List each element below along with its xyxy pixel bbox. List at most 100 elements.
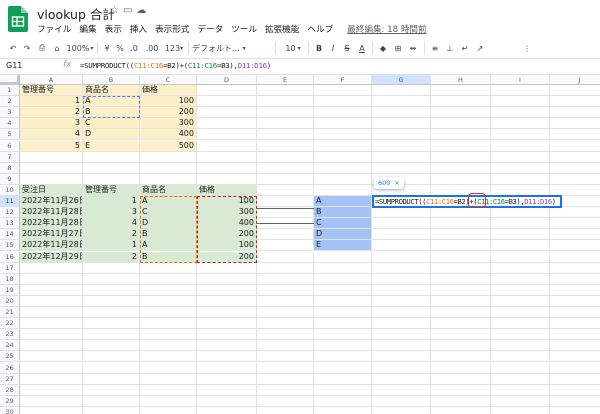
column-header-e[interactable]: E	[257, 75, 314, 85]
table1-cell[interactable]: 400	[140, 129, 197, 141]
grid-cell[interactable]	[314, 251, 372, 263]
grid-cell[interactable]	[372, 295, 431, 307]
spreadsheet-grid[interactable]: A B C D E F G H I J 1 2 3 4 5 6 7 8 9 10 11 12 13 14 15 16 17 18 19 2…	[0, 75, 600, 414]
grid-cell[interactable]	[314, 118, 372, 130]
borders-icon[interactable]: ⊞	[391, 38, 405, 58]
grid-cell[interactable]	[257, 329, 314, 341]
grid-cell[interactable]	[197, 162, 257, 174]
grid-cell[interactable]	[372, 251, 431, 263]
grid-cell[interactable]	[20, 307, 83, 319]
grid-cell[interactable]	[372, 240, 431, 252]
star-icon[interactable]: ☆	[110, 5, 123, 16]
grid-cell[interactable]	[257, 340, 314, 352]
grid-cell[interactable]	[83, 151, 140, 163]
grid-cell[interactable]	[550, 385, 600, 396]
grid-cell[interactable]	[431, 307, 491, 319]
grid-cell[interactable]	[491, 118, 550, 130]
menu-file[interactable]: ファイル	[37, 23, 71, 35]
grid-cell[interactable]	[197, 140, 257, 152]
table2-header-cell[interactable]: 受注日	[20, 184, 83, 196]
grid-cell[interactable]	[314, 162, 372, 174]
grid-cell[interactable]	[197, 96, 257, 108]
grid-cell[interactable]	[314, 340, 372, 352]
grid-cell[interactable]	[431, 373, 491, 385]
grid-cell[interactable]	[140, 151, 197, 163]
select-all-corner[interactable]	[0, 75, 20, 85]
grid-cell[interactable]	[140, 307, 197, 319]
grid-cell[interactable]	[197, 362, 257, 374]
grid-cell[interactable]	[372, 107, 431, 119]
grid-cell[interactable]	[140, 318, 197, 330]
grid-cell[interactable]	[550, 252, 600, 263]
grid-cell[interactable]	[83, 384, 140, 396]
grid-cell[interactable]	[431, 384, 491, 396]
grid-cell[interactable]	[372, 140, 431, 152]
grid-cell[interactable]	[140, 329, 197, 341]
row-header-1[interactable]: 1	[0, 85, 20, 97]
grid-cell[interactable]	[314, 295, 372, 307]
lookup-cell[interactable]: C	[314, 218, 372, 230]
grid-cell[interactable]	[257, 196, 314, 208]
row-header-15[interactable]: 15	[0, 240, 20, 252]
grid-cell[interactable]	[372, 96, 431, 108]
menu-data[interactable]: データ	[197, 23, 223, 35]
row-header-30[interactable]: 30	[0, 406, 20, 414]
grid-cell[interactable]	[197, 329, 257, 341]
table1-cell[interactable]: D	[83, 129, 140, 141]
increase-decimal-button[interactable]: .00	[143, 38, 161, 58]
grid-cell[interactable]	[197, 395, 257, 407]
grid-cell[interactable]	[83, 362, 140, 374]
grid-cell[interactable]	[431, 295, 491, 307]
currency-button[interactable]: ¥	[101, 38, 113, 58]
grid-cell[interactable]	[140, 395, 197, 407]
grid-cell[interactable]	[550, 340, 600, 352]
table1-header-cell[interactable]: 管理番号	[20, 85, 83, 97]
table2-cell[interactable]: 3	[83, 207, 140, 219]
grid-cell[interactable]	[197, 173, 257, 185]
decrease-decimal-button[interactable]: .0	[127, 38, 141, 58]
table2-header-cell[interactable]: 商品名	[140, 184, 197, 196]
grid-cell[interactable]	[257, 85, 314, 97]
grid-cell[interactable]	[140, 406, 197, 414]
grid-cell[interactable]	[550, 285, 600, 296]
grid-cell[interactable]	[314, 173, 372, 185]
row-header-16[interactable]: 16	[0, 251, 20, 263]
grid-cell[interactable]	[550, 296, 600, 307]
lookup-cell[interactable]: B	[314, 207, 372, 219]
grid-cell[interactable]	[372, 207, 431, 219]
grid-cell[interactable]	[197, 307, 257, 319]
grid-cell[interactable]	[372, 273, 431, 285]
grid-cell[interactable]	[140, 273, 197, 285]
grid-cell[interactable]	[431, 340, 491, 352]
grid-cell[interactable]	[372, 151, 431, 163]
column-header-i[interactable]: I	[491, 75, 550, 85]
grid-cell[interactable]	[83, 373, 140, 385]
grid-cell[interactable]	[491, 373, 550, 385]
grid-cell[interactable]	[257, 307, 314, 319]
grid-cell[interactable]	[491, 251, 550, 263]
table1-cell[interactable]: 500	[140, 140, 197, 152]
vertical-align-icon[interactable]: ⊥	[443, 38, 457, 58]
grid-cell[interactable]	[550, 96, 600, 108]
grid-cell[interactable]	[372, 307, 431, 319]
grid-cell[interactable]	[491, 295, 550, 307]
grid-cell[interactable]	[431, 229, 491, 241]
grid-cell[interactable]	[431, 162, 491, 174]
row-header-7[interactable]: 7	[0, 151, 20, 163]
undo-icon[interactable]: ↶	[6, 38, 20, 58]
menu-view[interactable]: 表示	[105, 23, 122, 35]
grid-cell[interactable]	[431, 140, 491, 152]
grid-cell[interactable]	[257, 184, 314, 196]
grid-cell[interactable]	[257, 395, 314, 407]
row-header-18[interactable]: 18	[0, 273, 20, 285]
grid-cell[interactable]	[491, 129, 550, 141]
grid-cell[interactable]	[550, 129, 600, 141]
grid-cell[interactable]	[140, 162, 197, 174]
grid-cell[interactable]	[314, 140, 372, 152]
row-header-4[interactable]: 4	[0, 118, 20, 130]
row-header-12[interactable]: 12	[0, 207, 20, 219]
grid-cell[interactable]	[140, 295, 197, 307]
cell-editor[interactable]: =SUMPRODUCT((C11:C16=B2)+(C11:C16=B3),D1…	[372, 195, 562, 208]
grid-cell[interactable]	[257, 173, 314, 185]
lookup-cell[interactable]: A	[314, 196, 372, 208]
